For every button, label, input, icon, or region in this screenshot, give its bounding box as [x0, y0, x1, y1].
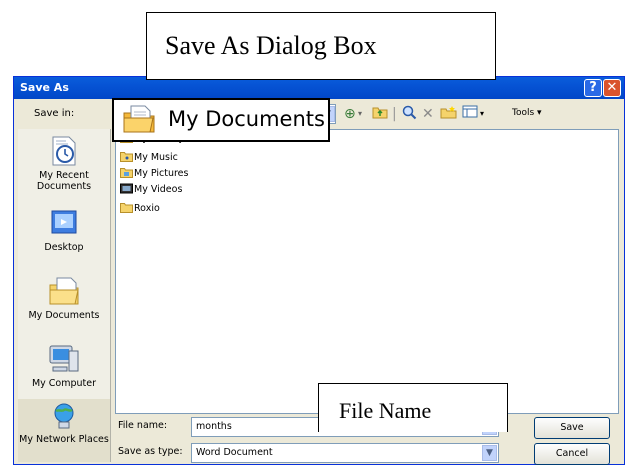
- save-as-callout: Save As Dialog Box: [146, 12, 496, 80]
- place-recent-documents[interactable]: My Recent Documents: [18, 135, 110, 192]
- place-desktop[interactable]: Desktop: [18, 207, 110, 253]
- tools-menu[interactable]: Tools ▾: [512, 108, 542, 118]
- file-name-value: months: [196, 421, 232, 432]
- list-item[interactable]: My Videos: [120, 183, 182, 195]
- folder-icon: [120, 202, 133, 213]
- list-item[interactable]: Roxio: [120, 202, 160, 214]
- recent-documents-icon: [47, 135, 81, 167]
- desktop-icon: [47, 207, 81, 239]
- save-type-label: Save as type:: [118, 446, 183, 457]
- list-item[interactable]: My Pictures: [120, 167, 188, 179]
- network-places-icon: [47, 403, 81, 431]
- file-name-callout: File Name: [318, 383, 508, 432]
- places-bar: My Recent Documents Desktop My Documents…: [18, 129, 111, 462]
- save-in-callout-text: My Documents: [168, 107, 325, 131]
- save-type-select[interactable]: Word Document ▼: [191, 443, 499, 463]
- title-bar[interactable]: Save As ? ✕: [14, 77, 624, 99]
- file-name: My Pictures: [134, 168, 189, 179]
- save-button[interactable]: Save: [534, 417, 610, 439]
- file-name-callout-text: File Name: [339, 398, 432, 423]
- place-label: My Computer: [31, 378, 97, 389]
- up-folder-icon[interactable]: [372, 105, 388, 124]
- music-folder-icon: [120, 151, 133, 162]
- place-label: My Recent Documents: [36, 170, 92, 192]
- search-web-icon[interactable]: [402, 105, 417, 125]
- views-icon[interactable]: [462, 105, 478, 123]
- file-list[interactable]: My Library My Music My Pictures My Video…: [115, 129, 619, 414]
- back-icon[interactable]: ⊕: [344, 105, 356, 123]
- help-icon: ?: [589, 80, 597, 95]
- file-name: Roxio: [134, 203, 160, 214]
- place-label: My Network Places: [19, 434, 109, 445]
- my-documents-icon: [122, 104, 156, 134]
- pictures-folder-icon: [120, 167, 133, 178]
- chevron-down-icon[interactable]: ▼: [482, 445, 497, 461]
- dialog-title: Save As: [20, 81, 69, 94]
- cancel-button[interactable]: Cancel: [534, 443, 610, 465]
- place-my-computer[interactable]: My Computer: [18, 343, 110, 389]
- list-item[interactable]: My Music: [120, 151, 178, 163]
- back-dropdown-icon[interactable]: ▾: [358, 105, 362, 123]
- save-type-value: Word Document: [196, 447, 273, 458]
- file-name: My Videos: [134, 184, 183, 195]
- separator: |: [392, 106, 397, 122]
- videos-folder-icon: [120, 183, 133, 194]
- help-button[interactable]: ?: [584, 79, 602, 97]
- close-button[interactable]: ✕: [603, 79, 621, 97]
- new-folder-icon[interactable]: [440, 105, 457, 124]
- views-dropdown-icon[interactable]: ▾: [480, 105, 484, 123]
- my-computer-icon: [47, 343, 81, 375]
- delete-icon[interactable]: ✕: [422, 105, 434, 123]
- place-label: Desktop: [44, 242, 84, 253]
- save-in-callout: My Documents: [112, 98, 330, 142]
- place-my-documents[interactable]: My Documents: [18, 275, 110, 321]
- my-documents-icon: [47, 275, 81, 307]
- place-network-places[interactable]: My Network Places: [18, 399, 110, 462]
- place-label: My Documents: [28, 310, 100, 321]
- close-icon: ✕: [606, 80, 618, 95]
- file-name: My Music: [134, 152, 178, 163]
- save-as-callout-text: Save As Dialog Box: [165, 31, 377, 60]
- file-name-label: File name:: [118, 420, 168, 431]
- save-in-label: Save in:: [34, 108, 75, 119]
